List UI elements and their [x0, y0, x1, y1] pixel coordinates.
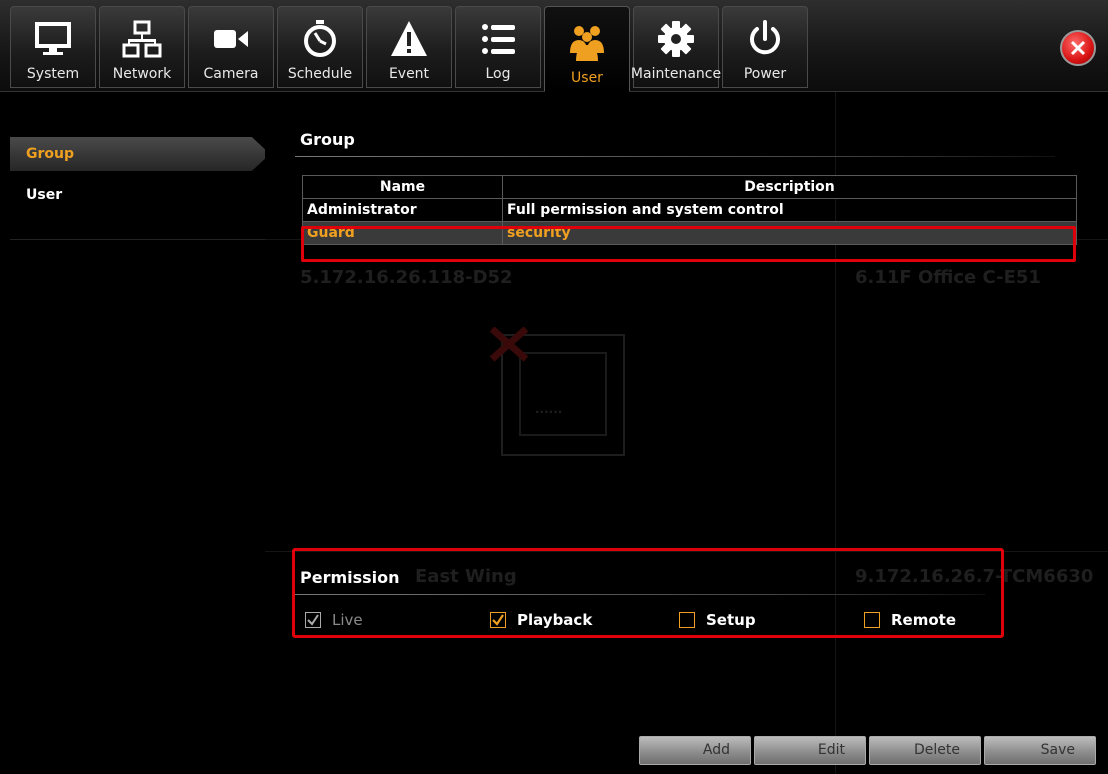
section-title-permission: Permission	[300, 568, 400, 587]
permission-label: Remote	[891, 611, 957, 629]
permission-playback-checkbox[interactable]: Playback	[490, 610, 592, 630]
tab-event[interactable]: Event	[366, 6, 452, 88]
tab-label: Power	[743, 66, 787, 82]
close-icon	[1070, 40, 1086, 56]
delete-button[interactable]: Delete	[869, 736, 981, 765]
group-table: Name Description Administrator Full perm…	[302, 175, 1077, 245]
save-button[interactable]: Save	[984, 736, 1096, 765]
tab-label: System	[26, 66, 80, 82]
permission-remote-checkbox[interactable]: Remote	[864, 610, 956, 630]
camera-icon	[211, 18, 251, 60]
permission-label: Playback	[517, 611, 593, 629]
ghost-camera-label: 6.11F Office C-E51	[855, 267, 1041, 288]
tab-label: Network	[112, 66, 172, 82]
column-header-description[interactable]: Description	[502, 175, 1077, 199]
action-buttons: Add Edit Delete Save	[639, 736, 1099, 765]
toolbar-tabs: System Network Camera Schedule Event Log…	[10, 6, 811, 92]
edit-button[interactable]: Edit	[754, 736, 866, 765]
checkbox-unchecked-icon	[864, 612, 880, 628]
main-panel: 5.172.16.26.118-D52 6.11F Office C-E51 E…	[265, 92, 1108, 774]
tab-schedule[interactable]: Schedule	[277, 6, 363, 88]
tab-user[interactable]: User	[544, 6, 630, 92]
column-header-name[interactable]: Name	[302, 175, 503, 199]
tab-network[interactable]: Network	[99, 6, 185, 88]
tab-label: Event	[388, 66, 430, 82]
group-description-cell[interactable]: security	[502, 221, 1077, 245]
tab-log[interactable]: Log	[455, 6, 541, 88]
users-icon	[567, 22, 607, 64]
tab-label: Schedule	[287, 66, 353, 82]
sidebar-item-group[interactable]: Group	[10, 137, 270, 171]
divider	[295, 156, 1055, 157]
permission-label: Live	[332, 611, 363, 629]
group-description-cell[interactable]: Full permission and system control	[502, 198, 1077, 222]
power-icon	[745, 18, 785, 60]
tab-system[interactable]: System	[10, 6, 96, 88]
main-toolbar: System Network Camera Schedule Event Log…	[0, 0, 1108, 92]
divider	[295, 594, 985, 595]
checkbox-checked-icon	[490, 612, 506, 628]
table-row-selected[interactable]: Guard security	[302, 221, 1077, 245]
group-name-cell[interactable]: Guard	[302, 221, 503, 245]
gear-icon	[656, 18, 696, 60]
section-title-group: Group	[300, 130, 355, 149]
no-signal-icon	[490, 327, 625, 456]
tab-power[interactable]: Power	[722, 6, 808, 88]
add-button[interactable]: Add	[639, 736, 751, 765]
tab-label: Camera	[203, 66, 259, 82]
table-header-row: Name Description	[302, 175, 1077, 199]
permission-label: Setup	[706, 611, 756, 629]
checkbox-checked-icon	[305, 612, 321, 628]
tab-label: Log	[485, 66, 511, 82]
sidebar: Group User	[10, 92, 270, 767]
permission-live-checkbox[interactable]: Live	[305, 610, 363, 630]
sidebar-item-label: User	[26, 187, 63, 203]
ghost-camera-label: 5.172.16.26.118-D52	[300, 267, 513, 288]
sidebar-item-label: Group	[26, 146, 75, 162]
network-icon	[122, 18, 162, 60]
monitor-icon	[33, 18, 73, 60]
tab-label: User	[571, 70, 603, 86]
divider	[10, 239, 265, 240]
checkbox-unchecked-icon	[679, 612, 695, 628]
list-icon	[478, 18, 518, 60]
warning-icon	[389, 18, 429, 60]
tab-camera[interactable]: Camera	[188, 6, 274, 88]
tab-label: Maintenance	[630, 66, 722, 82]
table-row[interactable]: Administrator Full permission and system…	[302, 198, 1077, 222]
permission-setup-checkbox[interactable]: Setup	[679, 610, 756, 630]
tab-maintenance[interactable]: Maintenance	[630, 6, 722, 88]
close-button[interactable]	[1060, 30, 1096, 66]
stopwatch-icon	[300, 18, 340, 60]
sidebar-item-user[interactable]: User	[10, 178, 270, 212]
group-name-cell[interactable]: Administrator	[302, 198, 503, 222]
